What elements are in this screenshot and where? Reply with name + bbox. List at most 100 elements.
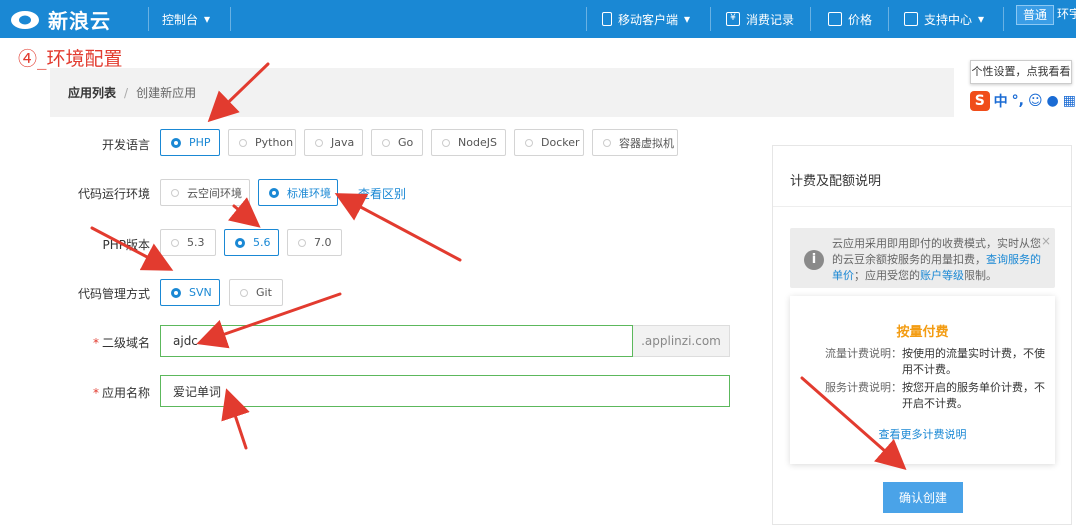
support-center-menu[interactable]: 支持中心 ▾ [904,0,984,38]
traffic-billing-value: 按使用的流量实时计费，不使用不计费。 [902,347,1045,376]
nav-divider [810,7,811,31]
php-version-7-0[interactable]: 7.0 [287,229,342,256]
language-option-java[interactable]: Java [304,129,363,156]
language-label: 开发语言 [101,138,150,152]
app-name-label-text: 应用名称 [101,386,150,400]
radio-icon [269,187,279,198]
mobile-client-label: 移动客户端 [618,12,679,27]
app-name-label: * 应用名称 [0,384,150,401]
panel-title: 计费及配额说明 [790,174,882,189]
domain-label: * 二级域名 [0,334,150,351]
language-option-nodejs[interactable]: NodeJS [431,129,506,156]
radio-icon [171,287,181,298]
mobile-client-menu[interactable]: 移动客户端 ▾ [602,0,690,38]
breadcrumb-app-list[interactable]: 应用列表 [68,84,116,101]
console-menu[interactable]: 控制台 ▾ [162,0,210,38]
user-name[interactable]: 环宇 [1057,0,1076,38]
radio-icon [442,138,450,147]
domain-label-text: 二级域名 [101,336,150,350]
cloud-logo-icon [11,11,39,29]
breadcrumb-create-app: 创建新应用 [136,86,197,100]
billing-records-link[interactable]: ¥ 消费记录 [726,0,794,38]
personalize-tooltip[interactable]: 个性设置，点我看看 [970,60,1072,84]
nav-divider [148,7,149,31]
billing-panel: 计费及配额说明 i × 云应用采用即用即付的收费模式，实时从您的云豆余额按服务的… [772,145,1072,525]
language-option-docker[interactable]: Docker [514,129,584,156]
pay-as-you-go-card: 按量付费 流量计费说明： 按使用的流量实时计费，不使用不计费。 服务计费说明： … [790,296,1055,464]
panel-divider [773,206,1071,207]
account-level-link[interactable]: 账户等级 [920,269,964,282]
breadcrumb-separator: / [124,85,129,100]
php-version-5-6[interactable]: 5.6 [224,229,279,256]
chevron-down-icon: ▾ [978,12,985,26]
top-nav-bar: 新浪云 控制台 ▾ 移动客户端 ▾ ¥ 消费记录 价格 支持中心 ▾ 普通 环宇 [0,0,1076,38]
ime-keyboard-icon[interactable]: ▦ [1063,93,1076,109]
env-label: 代码运行环境 [77,187,150,201]
step-annotation-title: ④_环境配置 [18,48,123,70]
domain-suffix: .applinzi.com [633,325,730,357]
nav-divider [888,7,889,31]
vcs-option-svn[interactable]: SVN [160,279,220,306]
nav-divider [586,7,587,31]
traffic-billing-row: 流量计费说明： 按使用的流量实时计费，不使用不计费。 [798,346,1048,378]
nav-divider [230,7,231,31]
confirm-create-button[interactable]: 确认创建 [883,482,963,513]
radio-icon [315,138,323,147]
billing-notice: i × 云应用采用即用即付的收费模式，实时从您的云豆余额按服务的用量扣费，查询服… [790,228,1055,288]
price-link[interactable]: 价格 [828,0,872,38]
close-icon[interactable]: × [1041,234,1051,248]
nav-divider [1003,7,1004,31]
logo[interactable]: 新浪云 [10,6,130,33]
env-compare-link[interactable]: 查看区别 [358,185,406,202]
radio-icon [525,138,533,147]
logo-text: 新浪云 [48,8,111,33]
php-version-5-3[interactable]: 5.3 [160,229,216,256]
service-billing-row: 服务计费说明： 按您开启的服务单价计费，不开启不计费。 [798,380,1048,412]
traffic-billing-key: 流量计费说明： [825,347,902,360]
radio-icon [235,237,245,248]
env-option-standard[interactable]: 标准环境 [258,179,338,206]
radio-icon [240,288,248,297]
info-icon: i [804,250,824,270]
domain-input[interactable] [160,325,633,357]
yen-icon: ¥ [726,12,740,26]
env-option-cloud-space[interactable]: 云空间环境 [160,179,250,206]
price-label: 价格 [848,12,873,27]
more-billing-link[interactable]: 查看更多计费说明 [790,426,1055,442]
radio-icon [603,138,611,147]
chevron-down-icon: ▾ [204,12,211,26]
radio-icon [298,238,306,247]
ime-chinese-mode[interactable]: 中 [994,91,1008,111]
service-billing-value: 按您开启的服务单价计费，不开启不计费。 [902,381,1045,410]
document-icon [828,12,842,26]
notice-text: 云应用采用即用即付的收费模式，实时从您的云豆余额按服务的用量扣费，查询服务的单价… [832,237,1041,282]
billing-card-title: 按量付费 [896,325,949,340]
sogou-logo-icon[interactable]: S [970,91,990,111]
language-option-go[interactable]: Go [371,129,423,156]
breadcrumb: 应用列表 / 创建新应用 [50,68,954,117]
mobile-icon [602,12,612,26]
radio-icon [171,188,179,197]
nav-divider [710,7,711,31]
app-name-input[interactable] [160,375,730,407]
php-version-label: PHP版本 [102,238,151,252]
ime-punct-icon[interactable]: °, [1012,93,1024,109]
support-center-label: 支持中心 [924,12,973,27]
vcs-option-git[interactable]: Git [229,279,283,306]
language-option-container-vm[interactable]: 容器虚拟机 [592,129,678,156]
account-level-badge[interactable]: 普通 [1016,5,1055,25]
console-label: 控制台 [162,12,199,27]
radio-icon [171,238,179,247]
ime-toolbar[interactable]: S 中 °, ☺ ● ▦ [970,90,1076,112]
support-icon [904,12,918,26]
language-option-python[interactable]: Python [228,129,296,156]
vcs-label: 代码管理方式 [77,287,150,301]
annotation-arrow [227,197,261,228]
language-option-php[interactable]: PHP [160,129,220,156]
ime-emoji-icon[interactable]: ☺ [1028,93,1043,109]
annotation-arrow [334,193,462,262]
ime-mic-icon[interactable]: ● [1047,93,1059,109]
required-mark: * [92,336,99,350]
chevron-down-icon: ▾ [684,12,691,26]
service-billing-key: 服务计费说明： [825,381,902,394]
